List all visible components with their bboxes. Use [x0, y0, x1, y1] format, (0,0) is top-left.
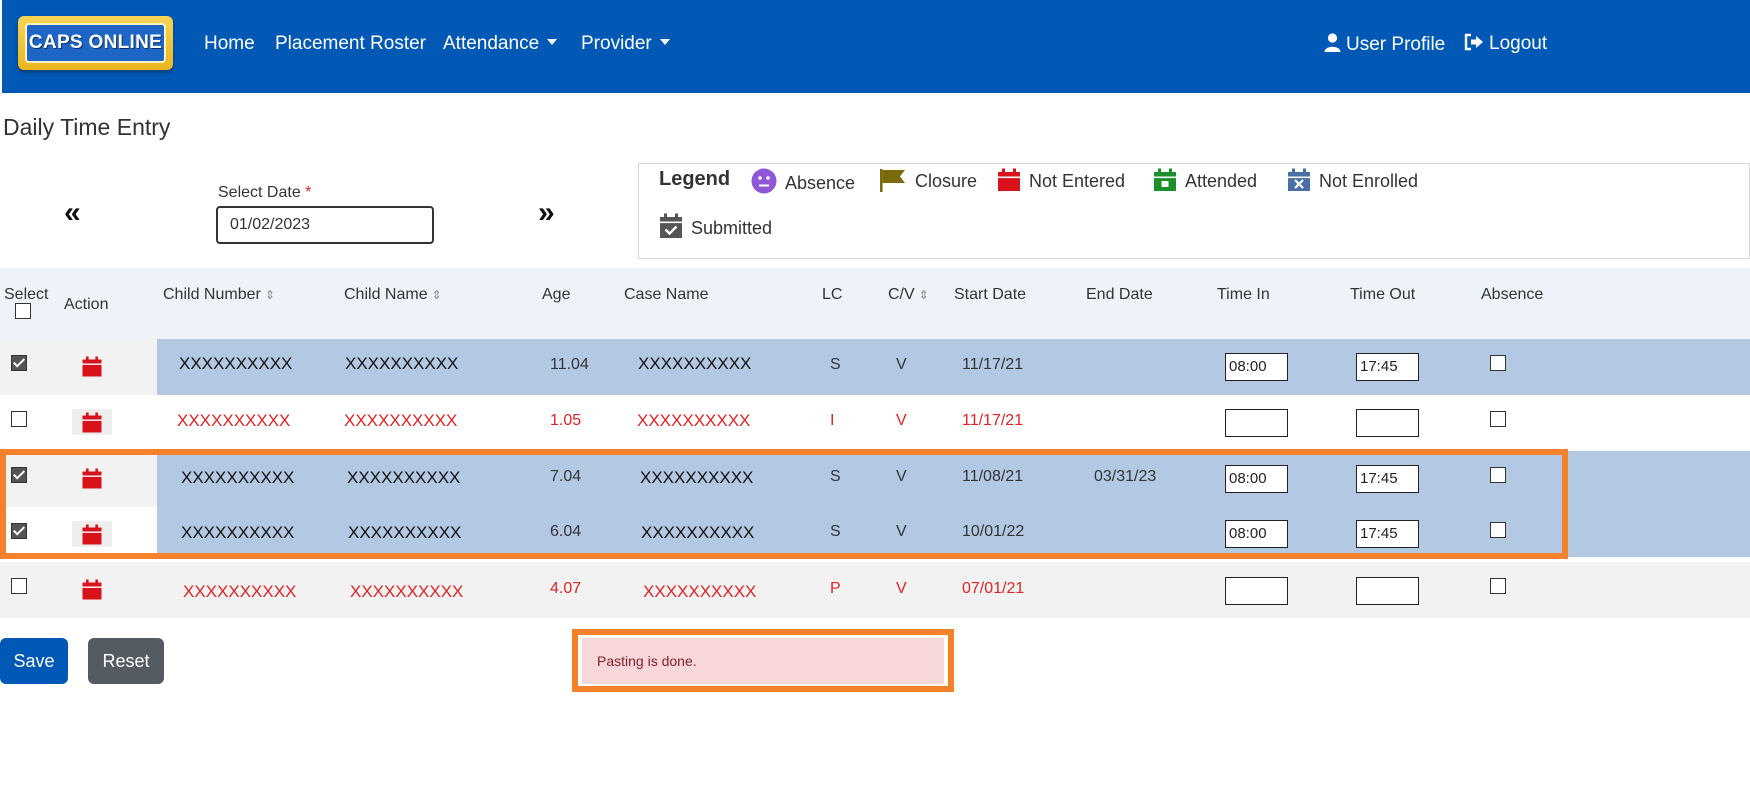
calendar-red-icon[interactable]: [82, 412, 102, 433]
legend-not-entered: Not Entered: [997, 168, 1125, 192]
header-child-name[interactable]: Child Name ⇕: [344, 286, 442, 304]
toast-message: Pasting is done.: [582, 638, 944, 684]
legend-title: Legend: [659, 168, 731, 190]
legend-submitted: Submitted: [659, 213, 772, 239]
time-in-input[interactable]: [1225, 409, 1288, 437]
page-title: Daily Time Entry: [3, 114, 171, 140]
select-all-checkbox[interactable]: [15, 303, 31, 319]
calendar-x-icon: [1288, 168, 1310, 191]
user-icon: [1324, 33, 1341, 52]
caps-online-logo[interactable]: CAPS ONLINE: [18, 16, 173, 70]
lc-cell: S: [830, 356, 841, 373]
highlight-rows-outline: [0, 449, 1568, 559]
cv-cell: V: [896, 580, 907, 597]
calendar-red-icon[interactable]: [82, 356, 102, 377]
age-cell: 1.05: [550, 412, 582, 429]
calendar-green-icon: [1154, 168, 1176, 191]
required-marker: *: [305, 184, 312, 201]
table-row: XXXXXXXXXX XXXXXXXXXX 4.07 XXXXXXXXXX P …: [0, 562, 1750, 618]
absence-checkbox[interactable]: [1490, 411, 1506, 427]
legend-closure: Closure: [879, 168, 977, 192]
nav-home[interactable]: Home: [204, 33, 255, 55]
sort-icon: ⇕: [918, 288, 929, 302]
cv-cell: V: [896, 356, 907, 373]
nav-user-profile[interactable]: User Profile: [1324, 33, 1445, 56]
sort-icon: ⇕: [431, 288, 442, 302]
time-in-input[interactable]: [1225, 577, 1288, 605]
child-name-cell: XXXXXXXXXX: [350, 582, 464, 601]
top-navbar: CAPS ONLINE Home Placement Roster Attend…: [2, 0, 1750, 93]
header-lc: LC: [822, 286, 843, 303]
nav-provider-dropdown[interactable]: Provider: [581, 33, 670, 55]
row-select-checkbox[interactable]: [11, 355, 27, 371]
start-date-cell: 11/17/21: [962, 412, 1024, 429]
case-name-cell: XXXXXXXXXX: [638, 354, 752, 373]
time-out-input[interactable]: 17:45: [1356, 353, 1419, 381]
table-row: XXXXXXXXXX XXXXXXXXXX 1.05 XXXXXXXXXX I …: [0, 395, 1750, 451]
header-case-name: Case Name: [624, 286, 709, 303]
table-row: XXXXXXXXXX XXXXXXXXXX 11.04 XXXXXXXXXX S…: [0, 339, 1750, 395]
next-day-button[interactable]: »: [538, 196, 555, 230]
child-number-cell: XXXXXXXXXX: [183, 582, 297, 601]
previous-day-button[interactable]: «: [64, 196, 81, 230]
header-child-number[interactable]: Child Number ⇕: [163, 286, 275, 304]
caret-down-icon: [547, 38, 558, 45]
select-date-label: Select Date *: [218, 184, 312, 201]
header-select: Select: [4, 286, 49, 303]
time-in-input[interactable]: 08:00: [1225, 353, 1288, 381]
nav-attendance-label: Attendance: [443, 33, 540, 54]
calendar-red-icon[interactable]: [82, 579, 102, 600]
select-date-input[interactable]: [216, 206, 434, 244]
child-name-cell: XXXXXXXXXX: [344, 411, 458, 430]
nav-placement-roster[interactable]: Placement Roster: [275, 33, 426, 55]
header-cv[interactable]: C/V ⇕: [888, 286, 929, 304]
child-number-cell: XXXXXXXXXX: [177, 411, 291, 430]
header-end-date: End Date: [1086, 286, 1153, 303]
legend-not-enrolled: Not Enrolled: [1287, 168, 1418, 192]
frown-face-icon: [751, 168, 777, 194]
lc-cell: P: [830, 580, 841, 597]
child-number-cell: XXXXXXXXXX: [179, 354, 293, 373]
legend-attended: Attended: [1153, 168, 1257, 192]
cv-cell: V: [896, 412, 907, 429]
header-absence: Absence: [1481, 286, 1544, 303]
child-name-cell: XXXXXXXXXX: [345, 354, 459, 373]
logo-text: CAPS ONLINE: [25, 23, 166, 63]
user-profile-label: User Profile: [1346, 34, 1446, 55]
lc-cell: I: [830, 412, 835, 429]
time-out-input[interactable]: [1356, 577, 1419, 605]
time-out-input[interactable]: [1356, 409, 1419, 437]
absence-checkbox[interactable]: [1490, 578, 1506, 594]
header-start-date: Start Date: [954, 286, 1027, 303]
row-select-checkbox[interactable]: [11, 411, 27, 427]
legend-absence: Absence: [751, 168, 855, 194]
sort-icon: ⇕: [264, 288, 275, 302]
header-time-out: Time Out: [1350, 286, 1416, 303]
calendar-red-icon: [998, 168, 1020, 191]
row-select-checkbox[interactable]: [11, 578, 27, 594]
logout-label: Logout: [1489, 33, 1548, 54]
logout-icon: [1464, 33, 1483, 51]
legend-panel: Legend Absence Closure Not Entered Atten…: [638, 163, 1750, 259]
nav-attendance-dropdown[interactable]: Attendance: [443, 33, 558, 55]
age-cell: 4.07: [550, 580, 582, 597]
age-cell: 11.04: [550, 356, 589, 373]
absence-checkbox[interactable]: [1490, 355, 1506, 371]
start-date-cell: 11/17/21: [962, 356, 1024, 373]
calendar-check-icon: [660, 213, 682, 238]
start-date-cell: 07/01/21: [962, 580, 1025, 597]
save-button[interactable]: Save: [0, 638, 68, 684]
header-action: Action: [64, 296, 109, 313]
reset-button[interactable]: Reset: [88, 638, 164, 684]
case-name-cell: XXXXXXXXXX: [637, 411, 751, 430]
header-age: Age: [542, 286, 571, 303]
header-time-in: Time In: [1217, 286, 1270, 303]
flag-icon: [880, 169, 905, 192]
nav-logout[interactable]: Logout: [1464, 33, 1547, 55]
case-name-cell: XXXXXXXXXX: [643, 582, 757, 601]
caret-down-icon: [659, 38, 670, 45]
nav-provider-label: Provider: [581, 33, 652, 54]
